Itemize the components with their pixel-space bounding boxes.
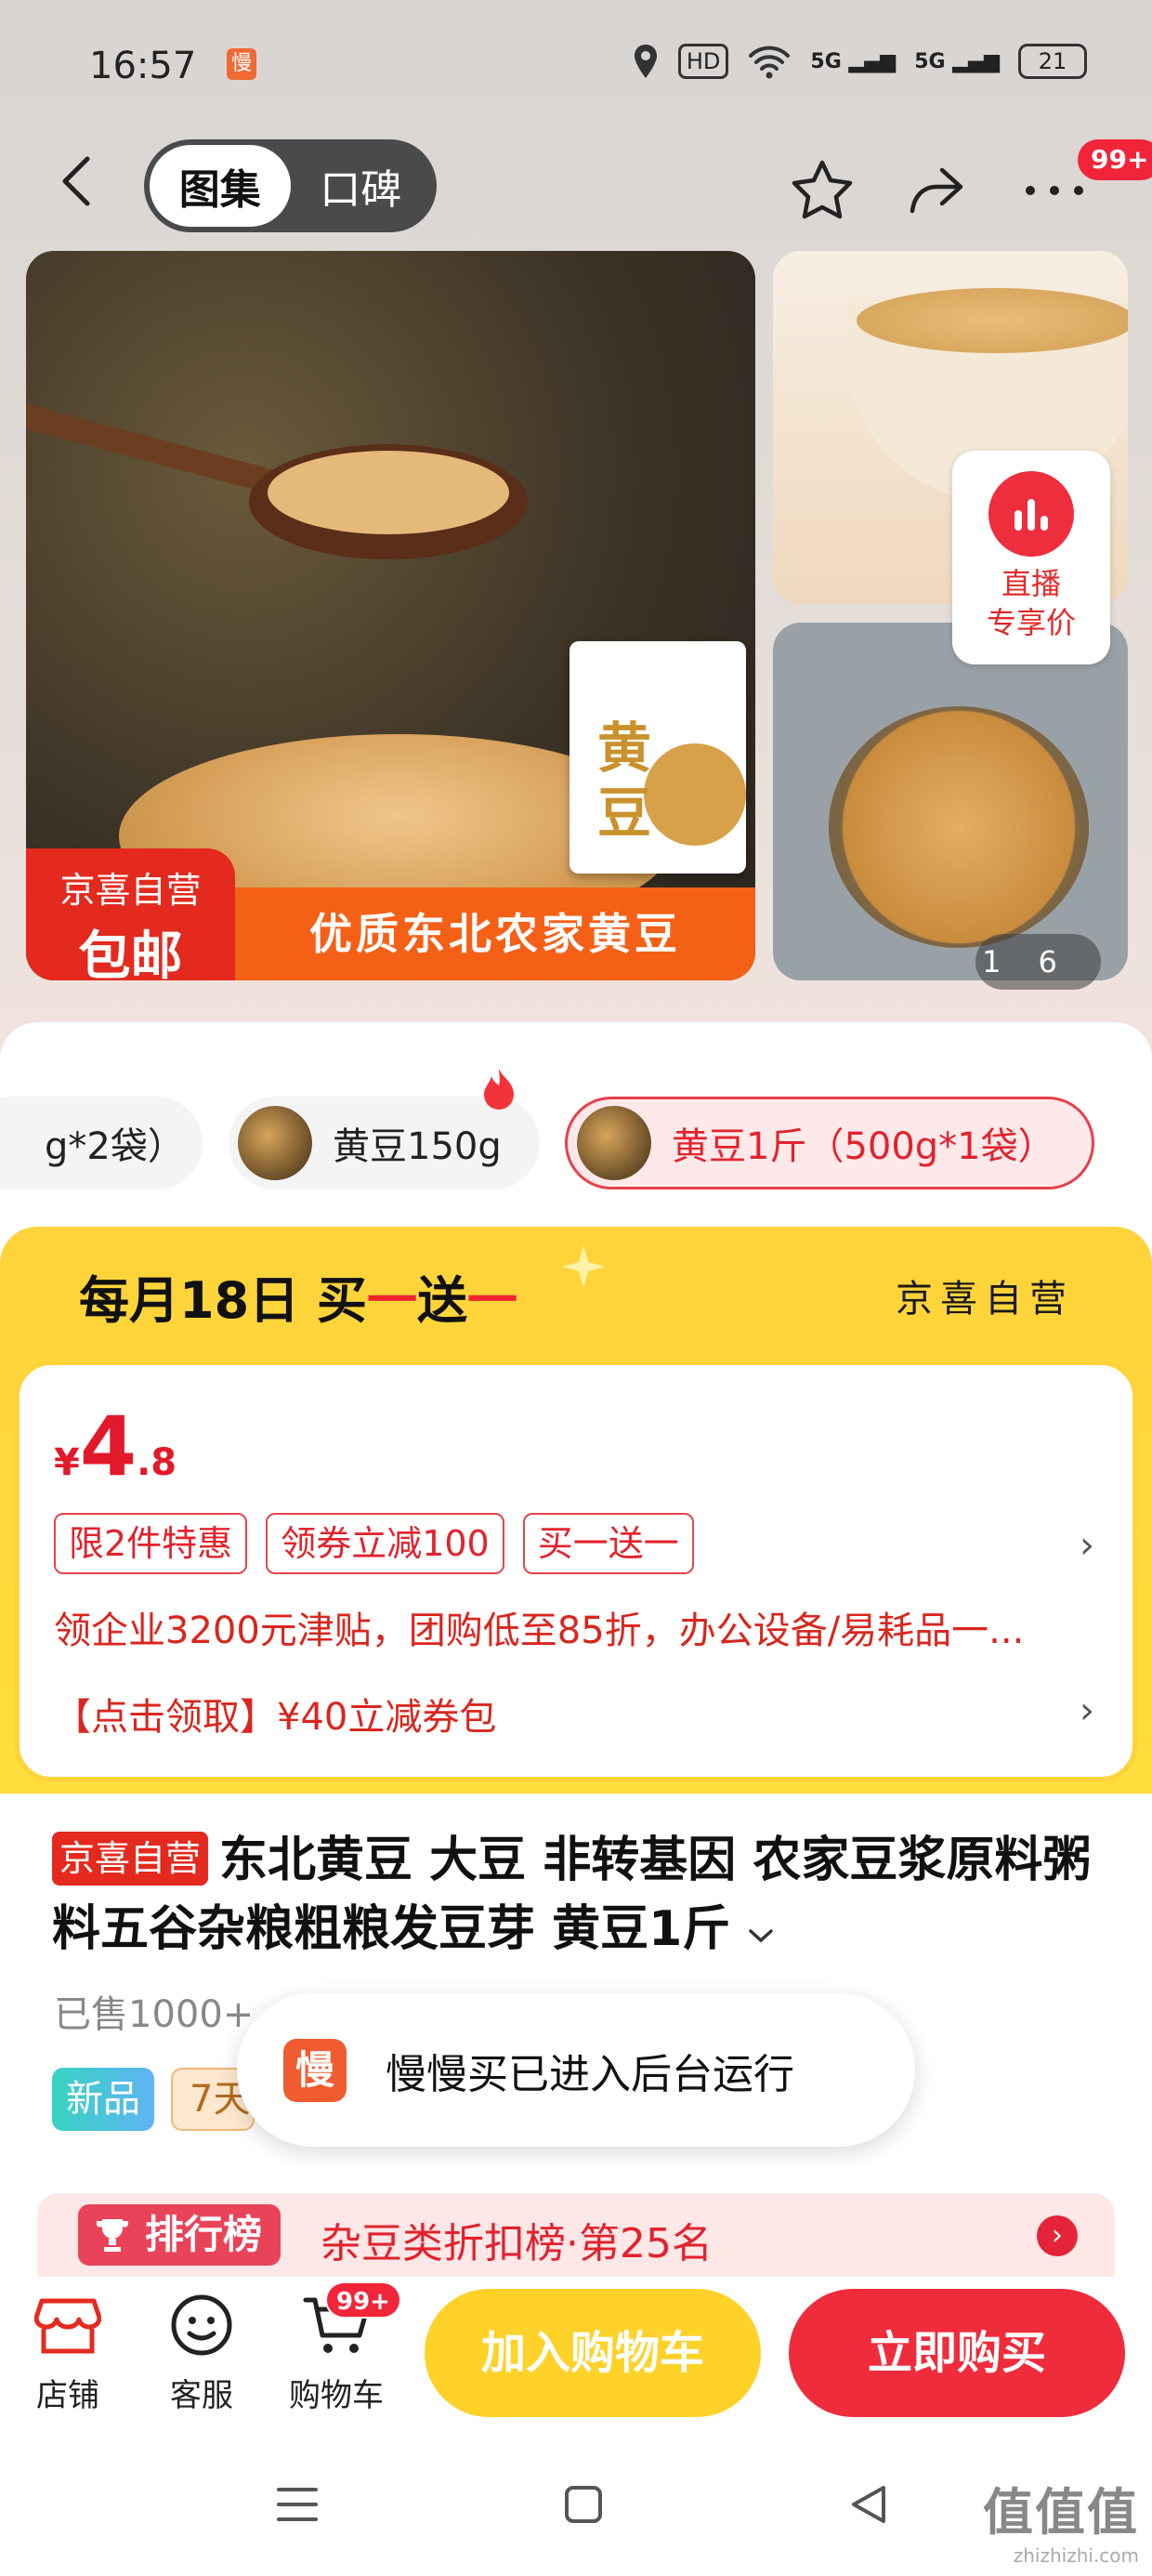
coupon-link[interactable]: 【点击领取】¥40立减券包 bbox=[54, 1687, 496, 1741]
tab-reviews[interactable]: 口碑 bbox=[291, 145, 432, 227]
promo-title: 每月18日 买一送一 bbox=[79, 1271, 517, 1330]
signal-icon-a: 5G ▂▄▆ bbox=[810, 49, 897, 73]
toast-notification: 慢 慢慢买已进入后台运行 bbox=[237, 1993, 915, 2147]
watermark: 值值值 zhizhizhi.com bbox=[983, 2483, 1139, 2567]
package-label: 黄豆 bbox=[597, 716, 652, 845]
trophy-icon bbox=[97, 2219, 128, 2252]
enterprise-subsidy-text[interactable]: 领企业3200元津贴，团购低至85折，办公设备/易耗品一... bbox=[54, 1600, 1024, 1654]
signal-icon-b: 5G ▂▄▆ bbox=[914, 49, 1000, 73]
gallery-review-switch: 图集 口碑 bbox=[144, 139, 437, 232]
location-icon bbox=[634, 45, 657, 78]
buy-now-button[interactable]: 立即购买 bbox=[789, 2289, 1125, 2417]
toast-text: 慢慢买已进入后台运行 bbox=[386, 2050, 794, 2098]
chevron-down-icon bbox=[749, 1929, 774, 1943]
hot-fire-icon bbox=[484, 1069, 514, 1110]
status-time: 16:57 bbox=[89, 45, 197, 87]
add-to-cart-button[interactable]: 加入购物车 bbox=[425, 2289, 761, 2417]
more-dots-icon bbox=[1026, 186, 1083, 195]
share-button[interactable] bbox=[899, 153, 974, 228]
shop-icon bbox=[34, 2298, 101, 2354]
chevron-right-icon[interactable]: › bbox=[1080, 1689, 1094, 1732]
home-button[interactable] bbox=[556, 2477, 611, 2532]
app-notification-icon: 慢 bbox=[227, 48, 256, 80]
message-badge: 99+ bbox=[1078, 139, 1152, 180]
wifi-icon bbox=[749, 46, 791, 79]
seller-badge: 京喜自营 bbox=[52, 1832, 209, 1886]
back-system-button[interactable] bbox=[841, 2477, 897, 2532]
live-icon bbox=[988, 471, 1074, 557]
price: ¥4.8 bbox=[54, 1399, 177, 1494]
status-bar: 16:57 慢 HD 5G ▂▄▆ 5G ▂▄▆ 21 bbox=[0, 0, 1152, 139]
image-counter: 16 bbox=[975, 934, 1101, 990]
sparkle-icon bbox=[562, 1245, 605, 1288]
back-triangle-icon bbox=[852, 2486, 885, 2523]
ranking-row[interactable]: 排行榜 杂豆类折扣榜·第25名 › bbox=[37, 2193, 1115, 2277]
battery-icon: 21 bbox=[1018, 44, 1087, 79]
sku-thumbnail bbox=[577, 1106, 651, 1180]
new-tag: 新品 bbox=[52, 2068, 154, 2131]
chevron-left-icon bbox=[62, 156, 90, 206]
shop-button[interactable]: 店铺 bbox=[12, 2288, 124, 2415]
sku-option-3[interactable]: 黄豆1斤（500g*1袋） bbox=[565, 1097, 1094, 1189]
seller-label: 京喜自营 bbox=[896, 1278, 1074, 1321]
share-icon bbox=[910, 167, 963, 214]
sold-count: 已售1000+ bbox=[54, 1993, 255, 2036]
menu-button[interactable] bbox=[269, 2477, 325, 2532]
bean-package-image: 黄豆 bbox=[569, 641, 746, 874]
sku-option-1[interactable]: g*2袋） bbox=[0, 1097, 203, 1189]
manmanbuy-logo-icon: 慢 bbox=[283, 2038, 347, 2102]
customer-service-button[interactable]: 客服 bbox=[146, 2288, 257, 2415]
sku-thumbnail bbox=[238, 1106, 312, 1180]
status-icons: HD 5G ▂▄▆ 5G ▂▄▆ 21 bbox=[632, 43, 1087, 80]
sku-selector: g*2袋） 黄豆150g 黄豆1斤（500g*1袋） bbox=[0, 1097, 1152, 1189]
ranking-badge: 排行榜 bbox=[78, 2204, 281, 2266]
product-title[interactable]: 京喜自营 东北黄豆 大豆 非转基因 农家豆浆原料粥料五谷杂粮粗粮发豆芽 黄豆1斤 bbox=[52, 1826, 1111, 1964]
promo-tags[interactable]: 限2件特惠 领券立减100 买一送一 bbox=[54, 1513, 694, 1574]
promo-banner: 优质东北农家黄豆 bbox=[235, 887, 755, 980]
menu-icon bbox=[277, 2488, 318, 2521]
promo-tag: 买一送一 bbox=[522, 1513, 694, 1574]
chevron-right-icon[interactable]: › bbox=[1080, 1524, 1094, 1567]
ranking-text: 杂豆类折扣榜·第25名 bbox=[321, 2220, 713, 2267]
main-product-image[interactable]: 黄豆 京喜自营 包邮 优质东北农家黄豆 bbox=[26, 251, 755, 980]
chat-face-icon bbox=[171, 2294, 232, 2356]
star-icon bbox=[792, 160, 853, 219]
thumbnail-2[interactable] bbox=[773, 623, 1128, 980]
chevron-right-icon: › bbox=[1037, 2215, 1078, 2256]
tab-gallery[interactable]: 图集 bbox=[150, 145, 291, 227]
cart-count-badge: 99+ bbox=[325, 2281, 401, 2319]
free-shipping-badge: 京喜自营 包邮 bbox=[26, 848, 235, 980]
live-price-button[interactable]: 直播 专享价 bbox=[952, 451, 1110, 664]
hd-icon: HD bbox=[677, 44, 729, 79]
favorite-button[interactable] bbox=[785, 153, 859, 228]
promo-tag: 领券立减100 bbox=[266, 1513, 504, 1574]
promo-tag: 限2件特惠 bbox=[54, 1513, 248, 1574]
home-square-icon bbox=[565, 2486, 602, 2523]
back-button[interactable] bbox=[58, 153, 104, 218]
wooden-spoon-image bbox=[26, 403, 528, 559]
